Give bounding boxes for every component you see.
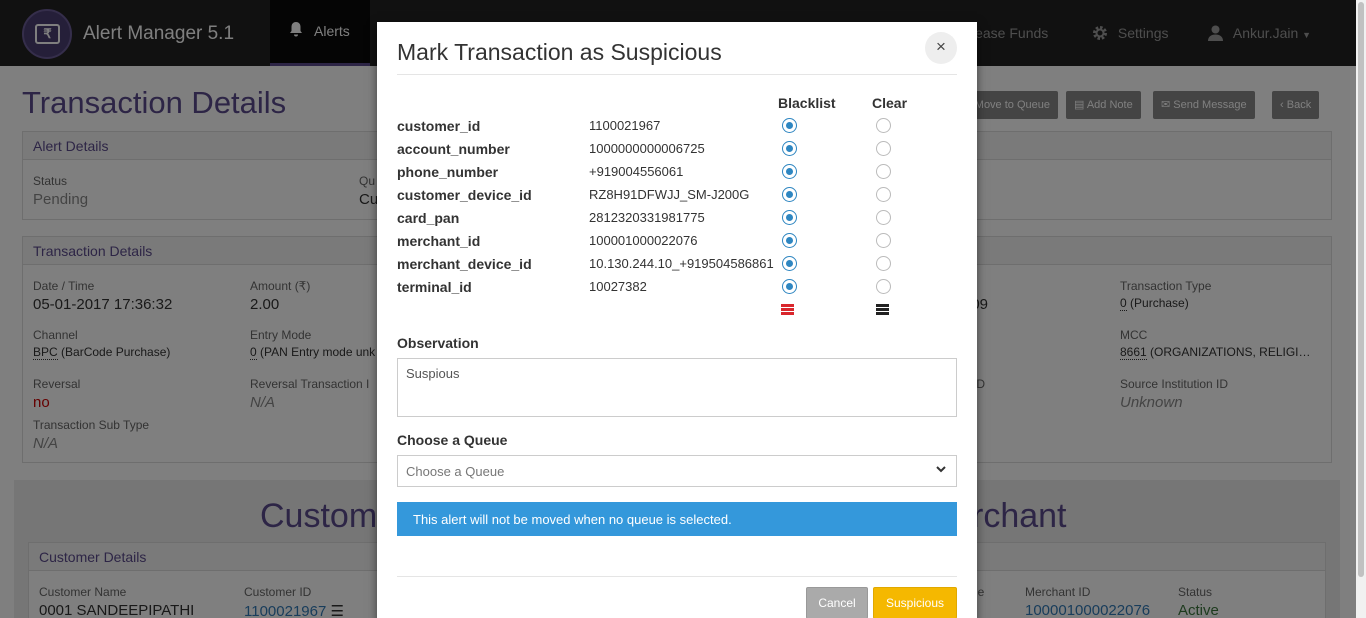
clear-all-icon[interactable] xyxy=(876,304,889,315)
blacklist-row-account-number: account_number 1000000000006725 xyxy=(397,139,957,162)
scrollbar-thumb[interactable] xyxy=(1358,2,1364,577)
page-scrollbar[interactable] xyxy=(1356,0,1366,618)
modal-title: Mark Transaction as Suspicious xyxy=(397,39,722,65)
clear-radio[interactable] xyxy=(876,164,891,179)
queue-select-value: Choose a Queue xyxy=(406,464,505,479)
queue-label: Choose a Queue xyxy=(397,432,508,448)
blacklist-all-icon[interactable] xyxy=(781,304,794,315)
field-value: 1100021967 xyxy=(589,118,661,133)
blacklist-row-merchant-id: merchant_id 100001000022076 xyxy=(397,231,957,254)
blacklist-radio[interactable] xyxy=(782,233,797,248)
blacklist-radio[interactable] xyxy=(782,187,797,202)
clear-radio[interactable] xyxy=(876,141,891,156)
close-button[interactable]: × xyxy=(925,32,957,64)
suspicious-button[interactable]: Suspicious xyxy=(873,587,957,618)
clear-radio[interactable] xyxy=(876,279,891,294)
field-key: customer_id xyxy=(397,118,481,134)
blacklist-row-merchant-device-id: merchant_device_id 10.130.244.10_+9195045… xyxy=(397,254,957,277)
field-value: +919004556061 xyxy=(589,164,684,179)
blacklist-radio[interactable] xyxy=(782,141,797,156)
field-value: 10027382 xyxy=(589,279,647,294)
field-key: merchant_device_id xyxy=(397,256,532,272)
blacklist-row-customer-id: customer_id 1100021967 xyxy=(397,116,957,139)
chevron-down-icon xyxy=(936,462,946,477)
modal-footer-divider xyxy=(397,576,957,577)
field-value: 10.130.244.10_+919504586861 xyxy=(589,256,774,271)
blacklist-row-terminal-id: terminal_id 10027382 xyxy=(397,277,957,300)
info-alert: This alert will not be moved when no que… xyxy=(397,502,957,536)
clear-radio[interactable] xyxy=(876,233,891,248)
field-key: terminal_id xyxy=(397,279,472,295)
close-icon: × xyxy=(936,37,946,56)
observation-label: Observation xyxy=(397,335,479,351)
blacklist-radio[interactable] xyxy=(782,256,797,271)
blacklist-radio[interactable] xyxy=(782,164,797,179)
field-key: account_number xyxy=(397,141,510,157)
field-value: RZ8H91DFWJJ_SM-J200G xyxy=(589,187,750,202)
field-key: card_pan xyxy=(397,210,460,226)
blacklist-radio[interactable] xyxy=(782,279,797,294)
queue-select[interactable]: Choose a Queue xyxy=(397,455,957,487)
blacklist-radio[interactable] xyxy=(782,210,797,225)
observation-textarea[interactable]: Suspious xyxy=(397,358,957,417)
clear-radio[interactable] xyxy=(876,256,891,271)
field-key: phone_number xyxy=(397,164,499,180)
field-value: 1000000000006725 xyxy=(589,141,705,156)
clear-radio[interactable] xyxy=(876,210,891,225)
cancel-button[interactable]: Cancel xyxy=(806,587,868,618)
blacklist-row-customer-device-id: customer_device_id RZ8H91DFWJJ_SM-J200G xyxy=(397,185,957,208)
clear-column-header: Clear xyxy=(872,95,908,111)
field-value: 100001000022076 xyxy=(589,233,698,248)
mark-suspicious-modal: Mark Transaction as Suspicious × Blackli… xyxy=(377,22,977,618)
blacklist-row-card-pan: card_pan 2812320331981775 xyxy=(397,208,957,231)
modal-header-divider xyxy=(397,74,957,75)
blacklist-column-header: Blacklist xyxy=(778,95,836,111)
clear-radio[interactable] xyxy=(876,118,891,133)
field-key: merchant_id xyxy=(397,233,481,249)
field-key: customer_device_id xyxy=(397,187,532,203)
blacklist-radio[interactable] xyxy=(782,118,797,133)
blacklist-row-phone-number: phone_number +919004556061 xyxy=(397,162,957,185)
clear-radio[interactable] xyxy=(876,187,891,202)
field-value: 2812320331981775 xyxy=(589,210,705,225)
